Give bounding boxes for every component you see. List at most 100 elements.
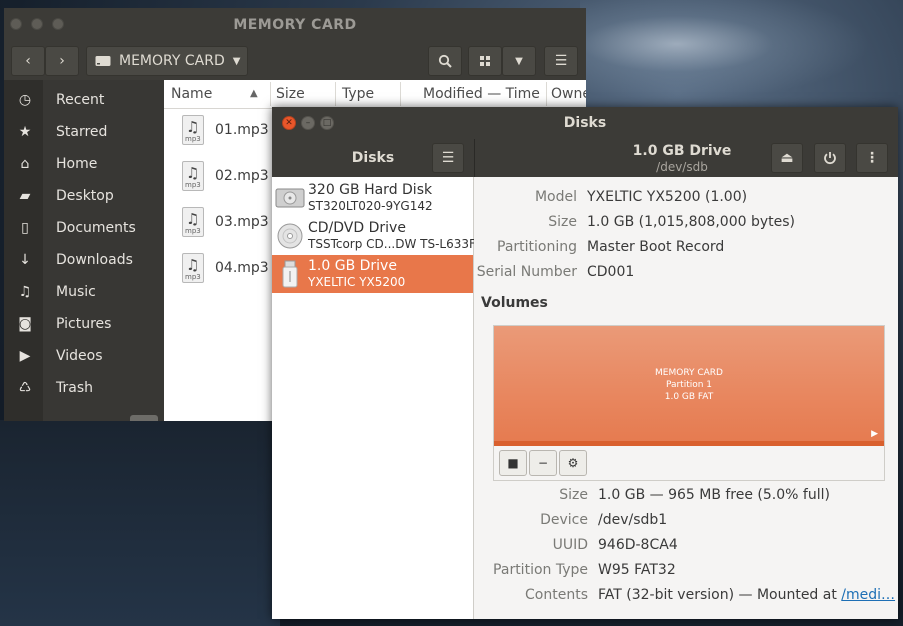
sidebar-item-videos[interactable]: ▶ Videos [4, 340, 164, 372]
partition-number: Partition 1 [665, 380, 713, 390]
hamburger-icon: ☰ [554, 53, 568, 69]
sidebar-item-label: Videos [56, 348, 103, 364]
hard-disk-icon [275, 188, 305, 208]
column-modified[interactable]: Modified — Time [423, 86, 540, 102]
column-separator [335, 82, 336, 106]
headerbar-divider [474, 139, 475, 177]
drive-details: Model YXELTIC YX5200 (1.00) Size 1.0 GB … [474, 177, 898, 619]
field-label: UUID [552, 537, 588, 553]
disks-titlebar: ✕ – □ Disks [272, 107, 898, 139]
sidebar-item-home[interactable]: ⌂ Home [4, 148, 164, 180]
partition-options-button[interactable]: ⚙ [559, 450, 587, 476]
optical-disc-icon [277, 223, 303, 249]
field-label: Partitioning [497, 239, 577, 255]
sidebar-item-music[interactable]: ♫ Music [4, 276, 164, 308]
sidebar-item-label: Downloads [56, 252, 133, 268]
sidebar-item-label: Desktop [56, 188, 114, 204]
sort-ascending-icon: ▲ [250, 88, 258, 99]
music-icon: ♫ [18, 284, 32, 300]
clock-icon: ◷ [18, 92, 32, 108]
play-arrow-icon: ▶ [871, 429, 878, 439]
model-value: YXELTIC YX5200 (1.00) [587, 189, 748, 205]
sidebar-item-label: Recent [56, 92, 105, 108]
mount-point-link[interactable]: /medi… [841, 587, 895, 603]
folder-icon: ▰ [19, 188, 31, 204]
contents-text: FAT (32-bit version) — Mounted at [598, 587, 842, 603]
field-label: Size [559, 487, 588, 503]
sidebar-item-desktop[interactable]: ▰ Desktop [4, 180, 164, 212]
audio-file-icon: ♫ mp3 [182, 253, 204, 283]
unmount-button[interactable]: ■ [499, 450, 527, 476]
forward-button[interactable]: › [45, 46, 79, 76]
partition-label: MEMORY CARD [655, 368, 723, 378]
sidebar-item-label: Music [56, 284, 96, 300]
files-window-title: MEMORY CARD [233, 17, 357, 33]
disks-window: ✕ – □ Disks Disks ☰ 1.0 GB Drive /dev/sd… [272, 107, 898, 619]
partition-type-value: W95 FAT32 [598, 562, 676, 578]
sidebar-item-downloads[interactable]: ↓ Downloads [4, 244, 164, 276]
contents-value: FAT (32-bit version) — Mounted at /medi… [598, 587, 895, 603]
device-name: 320 GB Hard Disk [308, 182, 433, 198]
column-size[interactable]: Size [276, 86, 305, 102]
audio-file-icon: ♫ mp3 [182, 115, 204, 145]
hamburger-icon: ☰ [441, 150, 455, 166]
device-model: ST320LT020-9YG142 [308, 199, 433, 213]
device-item-usb-drive[interactable]: 1.0 GB Drive YXELTIC YX5200 [272, 255, 473, 293]
volume-size-value: 1.0 GB — 965 MB free (5.0% full) [598, 487, 830, 503]
sidebar-item-recent[interactable]: ◷ Recent [4, 84, 164, 116]
file-name: 04.mp3 [215, 260, 269, 276]
size-value: 1.0 GB (1,015,808,000 bytes) [587, 214, 795, 230]
usb-drive-icon [282, 260, 298, 288]
dropdown-arrow-icon: ▼ [232, 55, 241, 67]
path-label: MEMORY CARD [119, 53, 225, 69]
menu-button[interactable]: ☰ [544, 46, 578, 76]
power-off-button[interactable] [814, 143, 846, 173]
gear-icon: ⚙ [567, 456, 579, 470]
column-type[interactable]: Type [342, 86, 374, 102]
sidebar-item-starred[interactable]: ★ Starred [4, 116, 164, 148]
column-header: Name ▲ Size Type Modified — Time Owne [164, 80, 586, 109]
eject-icon: ⏏ [780, 150, 794, 166]
partition-size-type: 1.0 GB FAT [664, 392, 714, 402]
drive-device-path: /dev/sdb [656, 160, 708, 174]
files-toolbar: ‹ › MEMORY CARD ▼ ▼ ☰ [4, 40, 586, 80]
sidebar-item-documents[interactable]: ▯ Documents [4, 212, 164, 244]
partitioning-value: Master Boot Record [587, 239, 725, 255]
sidebar-scrollbar[interactable] [130, 415, 158, 421]
back-button[interactable]: ‹ [11, 46, 45, 76]
file-name: 01.mp3 [215, 122, 269, 138]
sidebar-item-trash[interactable]: ♺ Trash [4, 372, 164, 404]
volume-uuid-value: 946D-8CA4 [598, 537, 678, 553]
column-owner[interactable]: Owne [551, 86, 586, 102]
search-button[interactable] [428, 46, 462, 76]
chevron-right-icon: › [59, 53, 65, 69]
delete-partition-button[interactable]: − [529, 450, 557, 476]
drive-menu-button[interactable]: ⋮ [856, 143, 888, 173]
chevron-down-icon: ▼ [515, 55, 523, 67]
field-label: Size [548, 214, 577, 230]
sidebar-item-label: Documents [56, 220, 136, 236]
audio-file-icon: ♫ mp3 [182, 161, 204, 191]
sidebar-item-pictures[interactable]: ◙ Pictures [4, 308, 164, 340]
device-name: 1.0 GB Drive [308, 258, 397, 274]
view-grid-button[interactable] [468, 46, 502, 76]
view-options-button[interactable]: ▼ [502, 46, 536, 76]
path-bar-button[interactable]: MEMORY CARD ▼ [86, 46, 248, 76]
files-titlebar: MEMORY CARD [4, 8, 586, 40]
disks-headerbar: Disks ☰ 1.0 GB Drive /dev/sdb ⏏ ⋮ [272, 139, 898, 177]
column-separator [400, 82, 401, 106]
places-sidebar: ◷ Recent ★ Starred ⌂ Home ▰ Desktop ▯ Do… [4, 80, 164, 421]
home-icon: ⌂ [20, 156, 30, 172]
column-separator [546, 82, 547, 106]
column-name[interactable]: Name [171, 86, 212, 102]
field-label: Serial Number [476, 264, 577, 280]
device-item-optical-drive[interactable]: CD/DVD Drive TSSTcorp CD...DW TS-L633F [272, 217, 476, 255]
app-menu-button[interactable]: ☰ [432, 143, 464, 173]
sidebar-item-label: Pictures [56, 316, 112, 332]
volume-device-value: /dev/sdb1 [598, 512, 668, 528]
file-name: 02.mp3 [215, 168, 269, 184]
eject-button[interactable]: ⏏ [771, 143, 803, 173]
partition-block[interactable]: MEMORY CARD Partition 1 1.0 GB FAT ▶ [494, 326, 884, 446]
drive-icon [95, 56, 111, 66]
device-item-hard-disk[interactable]: 320 GB Hard Disk ST320LT020-9YG142 [272, 179, 473, 217]
